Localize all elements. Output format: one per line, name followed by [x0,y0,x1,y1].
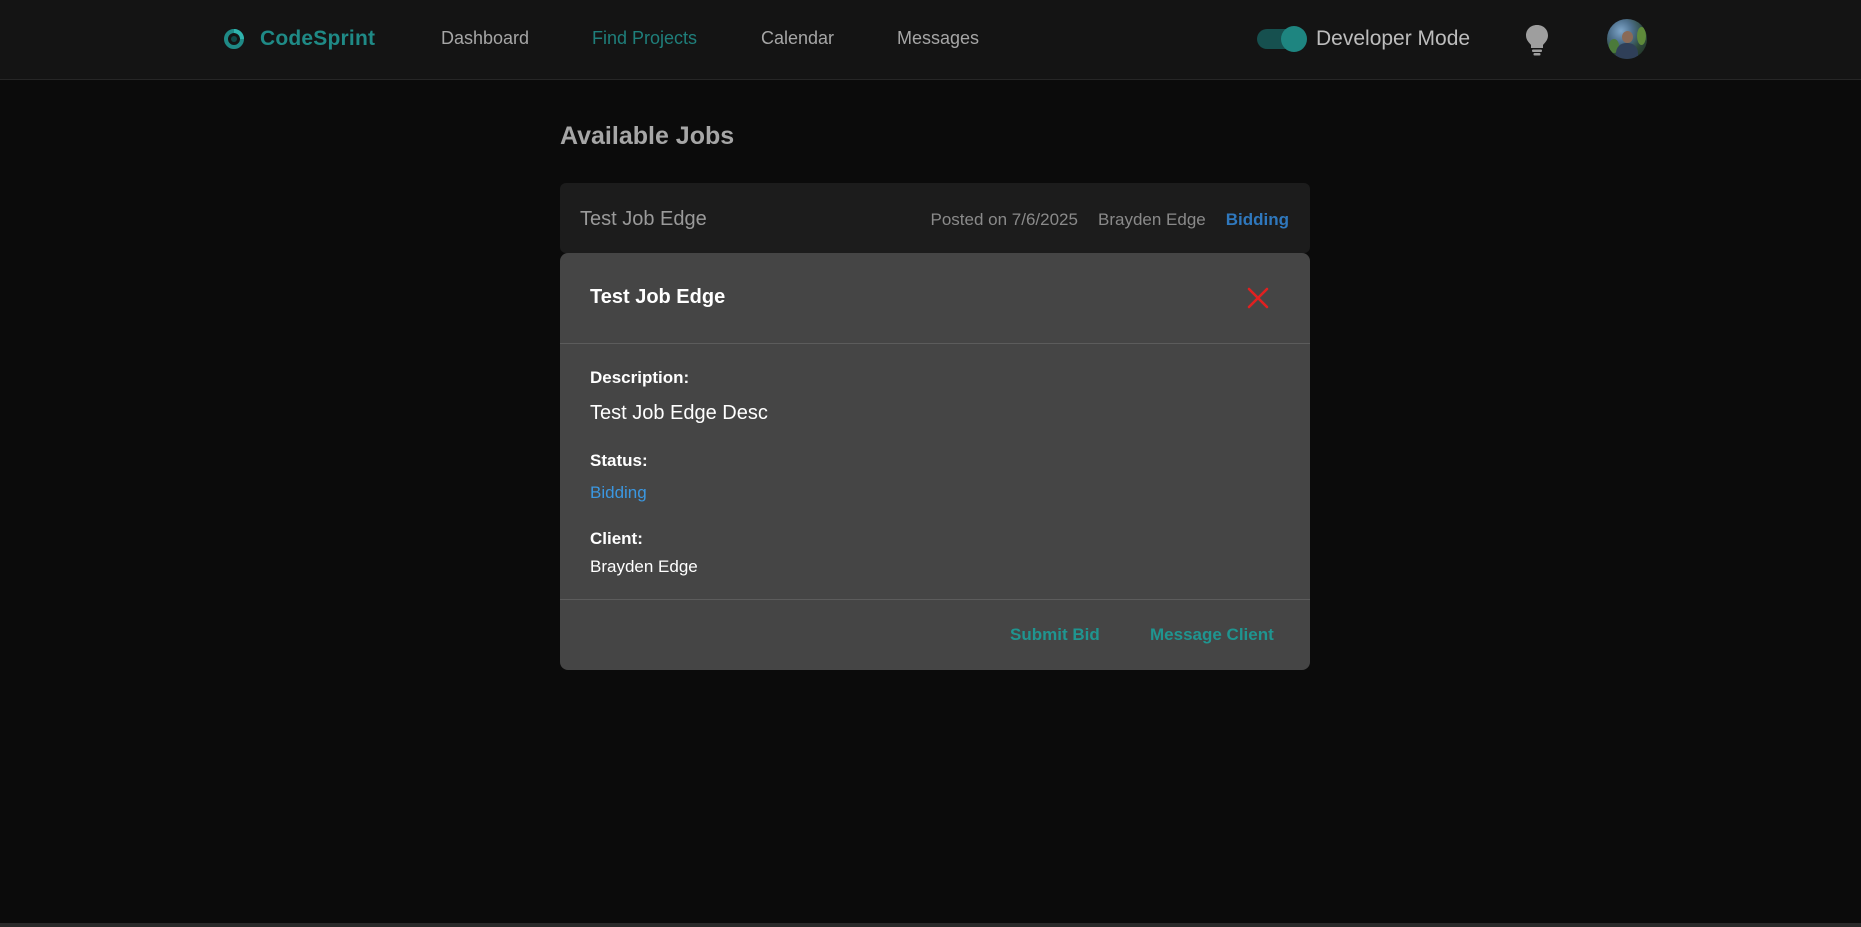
avatar-detail [1616,43,1638,59]
job-details-modal: Test Job Edge Description: Test Job Edge… [560,253,1310,670]
toggle-knob [1281,26,1307,52]
close-icon [1247,287,1269,309]
lightbulb-icon [1526,25,1548,56]
avatar-detail [1622,31,1633,43]
message-client-button[interactable]: Message Client [1150,625,1274,645]
lightbulb-button[interactable] [1522,22,1552,58]
status-label: Status: [590,451,648,470]
user-avatar[interactable] [1607,19,1647,59]
modal-title: Test Job Edge [590,286,726,308]
nav-link-messages[interactable]: Messages [897,28,979,49]
description-label: Description: [590,368,690,387]
page-title: Available Jobs [560,122,735,150]
job-title: Test Job Edge [580,208,707,230]
client-label: Client: [590,529,643,548]
top-navbar: CodeSprint Dashboard Find Projects Calen… [0,0,1861,80]
job-meta: Posted on 7/6/2025 Brayden Edge Bidding [931,210,1289,230]
job-list-item[interactable]: Test Job Edge Posted on 7/6/2025 Brayden… [560,183,1310,253]
job-posted-date: Posted on 7/6/2025 [930,210,1078,229]
nav-link-dashboard[interactable]: Dashboard [441,28,529,49]
developer-mode-toggle[interactable] [1257,26,1307,52]
avatar-detail [1637,27,1646,45]
modal-footer: Submit Bid Message Client [560,599,1310,670]
status-value: Bidding [590,483,647,502]
modal-close-button[interactable] [1243,283,1273,313]
job-client-name: Brayden Edge [1097,210,1206,229]
nav-link-calendar[interactable]: Calendar [761,28,834,49]
modal-header: Test Job Edge [560,253,1310,344]
description-value: Test Job Edge Desc [590,402,768,424]
client-value: Brayden Edge [590,557,698,576]
nav-link-find-projects[interactable]: Find Projects [592,28,697,49]
job-status-badge: Bidding [1225,210,1289,229]
submit-bid-button[interactable]: Submit Bid [1010,625,1100,645]
codesprint-logo-icon [224,29,244,49]
brand-logo-link[interactable]: CodeSprint [222,24,375,54]
brand-name: CodeSprint [260,27,376,50]
developer-mode-label: Developer Mode [1316,27,1471,50]
bottom-edge-divider [0,923,1861,927]
